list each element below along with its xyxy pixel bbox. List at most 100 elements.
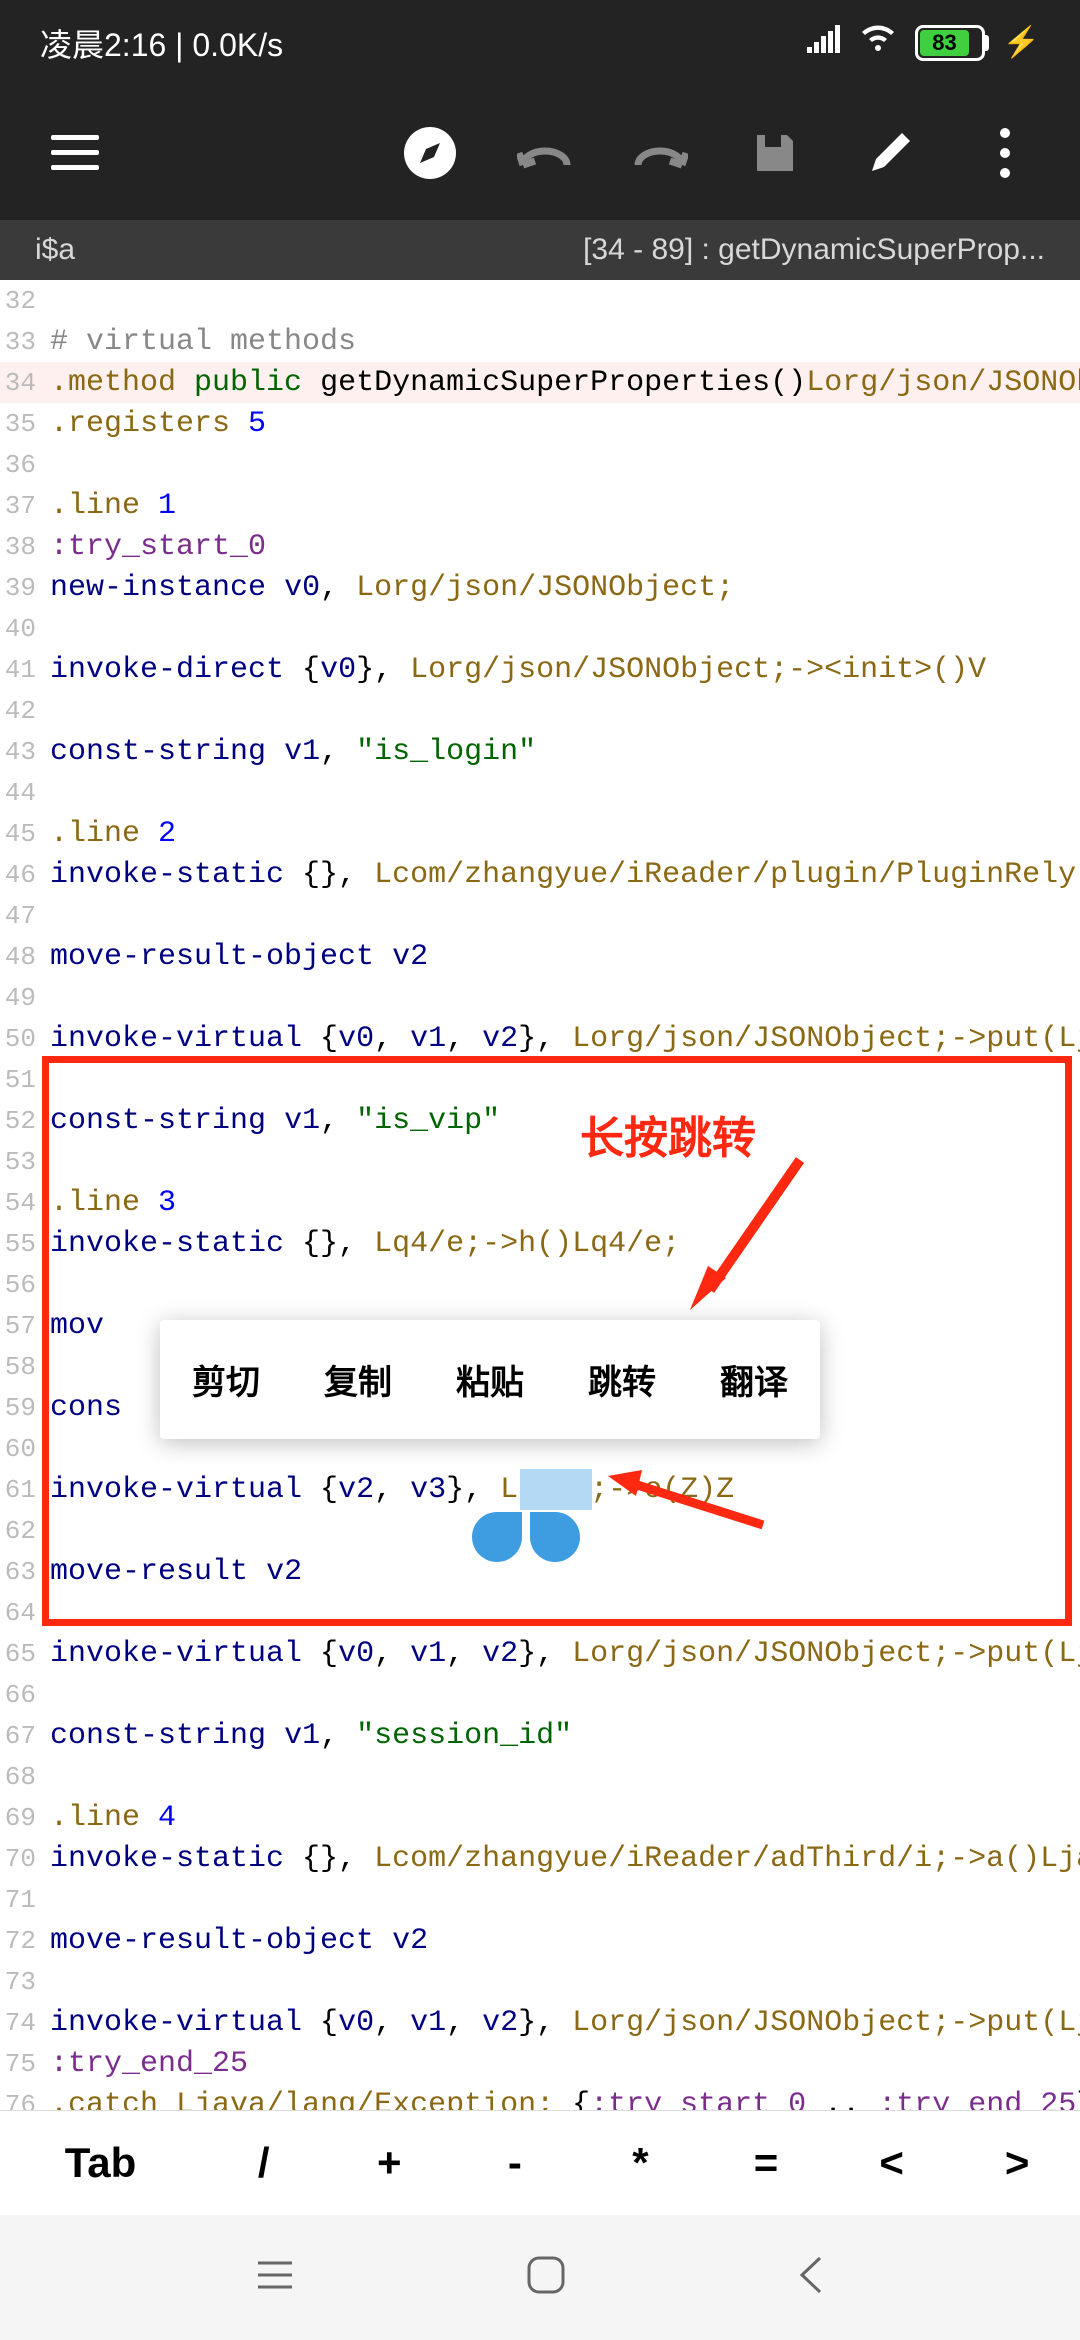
code-content: invoke-direct {v0}, Lorg/json/JSONObject… xyxy=(40,653,986,687)
code-line[interactable]: 33# virtual methods xyxy=(0,321,1080,362)
line-number: 51 xyxy=(0,1065,40,1095)
line-number: 44 xyxy=(0,778,40,808)
code-line[interactable]: 68 xyxy=(0,1756,1080,1797)
key-lt[interactable]: < xyxy=(829,2139,955,2187)
code-line[interactable]: 51 xyxy=(0,1059,1080,1100)
code-line[interactable]: 47 xyxy=(0,895,1080,936)
code-line[interactable]: 70 invoke-static {}, Lcom/zhangyue/iRead… xyxy=(0,1838,1080,1879)
code-content: :try_start_0 xyxy=(40,530,266,564)
key-star[interactable]: * xyxy=(578,2139,704,2187)
code-line[interactable]: 56 xyxy=(0,1264,1080,1305)
selection-handle-left[interactable] xyxy=(472,1512,522,1562)
recents-icon xyxy=(254,2257,296,2293)
code-line[interactable]: 76 .catch Ljava/lang/Exception; {:try_st… xyxy=(0,2084,1080,2110)
key-slash[interactable]: / xyxy=(201,2139,327,2187)
breadcrumb-class[interactable]: i$a xyxy=(35,233,75,267)
code-content: invoke-static {}, Lq4/e;->h()Lq4/e; xyxy=(40,1227,680,1261)
line-number: 39 xyxy=(0,573,40,603)
key-eq[interactable]: = xyxy=(703,2139,829,2187)
menu-jump[interactable]: 跳转 xyxy=(556,1320,688,1439)
key-plus[interactable]: + xyxy=(327,2139,453,2187)
back-button[interactable] xyxy=(796,2254,826,2301)
code-line[interactable]: 73 xyxy=(0,1961,1080,2002)
undo-button[interactable] xyxy=(515,123,575,183)
back-icon xyxy=(796,2254,826,2296)
line-number: 57 xyxy=(0,1311,40,1341)
code-content: .method public getDynamicSuperProperties… xyxy=(40,366,1080,400)
code-line[interactable]: 64 xyxy=(0,1592,1080,1633)
menu-cut[interactable]: 剪切 xyxy=(160,1320,292,1439)
line-number: 42 xyxy=(0,696,40,726)
code-line[interactable]: 54 .line 3 xyxy=(0,1182,1080,1223)
code-content: .line 4 xyxy=(40,1801,176,1835)
code-content: # virtual methods xyxy=(40,325,356,359)
code-line[interactable]: 52 const-string v1, "is_vip" xyxy=(0,1100,1080,1141)
menu-translate[interactable]: 翻译 xyxy=(688,1320,820,1439)
code-line[interactable]: 44 xyxy=(0,772,1080,813)
line-number: 60 xyxy=(0,1434,40,1464)
code-line[interactable]: 38 :try_start_0 xyxy=(0,526,1080,567)
code-line[interactable]: 35 .registers 5 xyxy=(0,403,1080,444)
code-content: .line 1 xyxy=(40,489,176,523)
code-content: invoke-static {}, Lcom/zhangyue/iReader/… xyxy=(40,1842,1080,1876)
code-line[interactable]: 66 xyxy=(0,1674,1080,1715)
key-gt[interactable]: > xyxy=(954,2139,1080,2187)
code-line[interactable]: 34.method public getDynamicSuperProperti… xyxy=(0,362,1080,403)
save-button[interactable] xyxy=(745,123,805,183)
line-number: 52 xyxy=(0,1106,40,1136)
breadcrumb-method[interactable]: [34 - 89] : getDynamicSuperProp... xyxy=(583,233,1045,267)
code-line[interactable]: 75 :try_end_25 xyxy=(0,2043,1080,2084)
key-tab[interactable]: Tab xyxy=(0,2139,201,2187)
code-line[interactable]: 49 xyxy=(0,977,1080,1018)
line-number: 35 xyxy=(0,409,40,439)
line-number: 64 xyxy=(0,1598,40,1628)
line-number: 56 xyxy=(0,1270,40,1300)
line-number: 38 xyxy=(0,532,40,562)
menu-copy[interactable]: 复制 xyxy=(292,1320,424,1439)
status-time: 凌晨2:16 | 0.0K/s xyxy=(40,20,283,66)
more-button[interactable] xyxy=(975,123,1035,183)
code-line[interactable]: 41 invoke-direct {v0}, Lorg/json/JSONObj… xyxy=(0,649,1080,690)
code-editor[interactable]: 32 33# virtual methods34.method public ge… xyxy=(0,280,1080,2110)
code-line[interactable]: 69 .line 4 xyxy=(0,1797,1080,1838)
code-line[interactable]: 55 invoke-static {}, Lq4/e;->h()Lq4/e; xyxy=(0,1223,1080,1264)
code-line[interactable]: 72 move-result-object v2 xyxy=(0,1920,1080,1961)
code-content: invoke-virtual {v0, v1, v2}, Lorg/json/J… xyxy=(40,1022,1080,1056)
redo-button[interactable] xyxy=(630,123,690,183)
menu-button[interactable] xyxy=(45,123,105,183)
code-line[interactable]: 50 invoke-virtual {v0, v1, v2}, Lorg/jso… xyxy=(0,1018,1080,1059)
home-button[interactable] xyxy=(525,2254,567,2301)
code-line[interactable]: 32 xyxy=(0,280,1080,321)
line-number: 74 xyxy=(0,2008,40,2038)
code-line[interactable]: 71 xyxy=(0,1879,1080,1920)
code-line[interactable]: 43 const-string v1, "is_login" xyxy=(0,731,1080,772)
code-content: invoke-static {}, Lcom/zhangyue/iReader/… xyxy=(40,858,1080,892)
code-line[interactable]: 53 xyxy=(0,1141,1080,1182)
selection-handle-right[interactable] xyxy=(530,1512,580,1562)
code-line[interactable]: 42 xyxy=(0,690,1080,731)
code-line[interactable]: 37 .line 1 xyxy=(0,485,1080,526)
wifi-icon xyxy=(859,24,897,62)
key-minus[interactable]: - xyxy=(452,2139,578,2187)
code-line[interactable]: 45 .line 2 xyxy=(0,813,1080,854)
recents-button[interactable] xyxy=(254,2257,296,2298)
line-number: 32 xyxy=(0,286,40,316)
code-line[interactable]: 36 xyxy=(0,444,1080,485)
line-number: 43 xyxy=(0,737,40,767)
edit-button[interactable] xyxy=(860,123,920,183)
menu-paste[interactable]: 粘贴 xyxy=(424,1320,556,1439)
code-content: cons xyxy=(40,1391,122,1425)
line-number: 73 xyxy=(0,1967,40,1997)
line-number: 66 xyxy=(0,1680,40,1710)
code-line[interactable]: 40 xyxy=(0,608,1080,649)
android-nav-bar xyxy=(0,2215,1080,2340)
code-line[interactable]: 48 move-result-object v2 xyxy=(0,936,1080,977)
code-line[interactable]: 74 invoke-virtual {v0, v1, v2}, Lorg/jso… xyxy=(0,2002,1080,2043)
redo-icon xyxy=(632,137,688,169)
code-line[interactable]: 65 invoke-virtual {v0, v1, v2}, Lorg/jso… xyxy=(0,1633,1080,1674)
code-line[interactable]: 39 new-instance v0, Lorg/json/JSONObject… xyxy=(0,567,1080,608)
navigate-button[interactable] xyxy=(400,123,460,183)
code-line[interactable]: 46 invoke-static {}, Lcom/zhangyue/iRead… xyxy=(0,854,1080,895)
code-line[interactable]: 67 const-string v1, "session_id" xyxy=(0,1715,1080,1756)
status-indicators: 83 ⚡ xyxy=(807,24,1040,62)
